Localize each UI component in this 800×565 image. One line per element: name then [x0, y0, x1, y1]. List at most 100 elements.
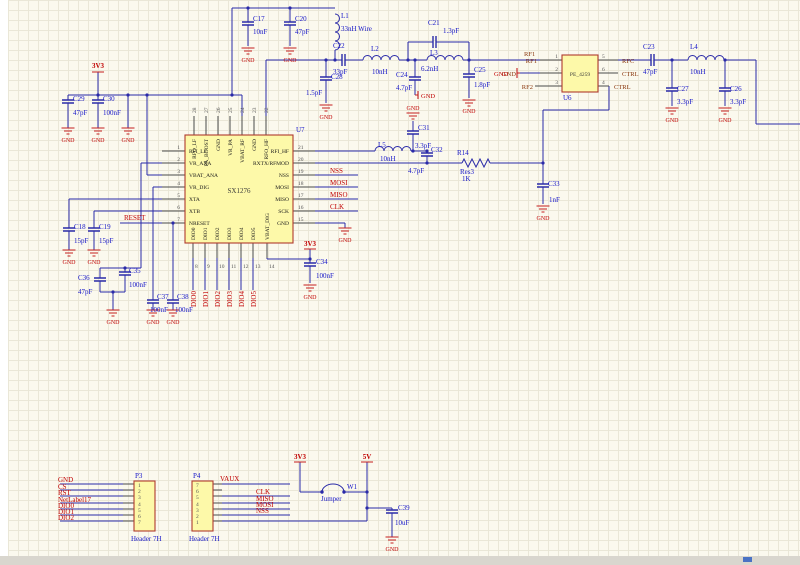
u7-pin-num: 17 — [298, 193, 304, 199]
u7-refdes: U7 — [296, 126, 305, 134]
gnd-port-label: GND — [421, 93, 435, 100]
cap-ref: C38 — [177, 293, 189, 301]
schematic-canvas[interactable]: U7 SX1276 1 2 3 4 5 6 7 RFI_LF VR_ANA VB… — [0, 0, 800, 565]
u7-pin-name: RFO_HF — [264, 139, 270, 159]
cap-value: 47pF — [78, 288, 93, 296]
u7-pin-num: 4 — [177, 181, 180, 187]
ind-value: 10nH — [372, 68, 388, 76]
u7-pin-num: 9 — [207, 264, 210, 270]
power-3v3: 3V3 — [92, 62, 105, 70]
p4-pin-num: 1 — [196, 520, 199, 526]
scroll-marker[interactable] — [743, 557, 752, 562]
u7-pin-num: 5 — [177, 193, 180, 199]
gnd-label: GND — [463, 109, 477, 115]
u7-pin-name: RXTX/RFMOD — [253, 161, 289, 167]
p3-pin-num: 7 — [138, 520, 141, 526]
u7-pin-num: 20 — [298, 157, 304, 163]
u7-pin-num: 26 — [216, 107, 222, 113]
cap-value: 100nF — [316, 272, 334, 280]
ind-value: 33nH Wire — [341, 25, 372, 33]
gnd-port-label: GND — [494, 71, 508, 78]
cap-value: 1.5pF — [306, 89, 322, 97]
cap-value: 100nF — [150, 306, 168, 314]
net-label-dio3: DIO3 — [226, 291, 234, 307]
jumper-label: Jumper — [321, 495, 342, 503]
gnd-label: GND — [122, 138, 136, 144]
resistor-R14-symbol — [462, 159, 490, 167]
cap-value: 100nF — [129, 281, 147, 289]
p3-refdes: P3 — [135, 472, 143, 480]
cap-ref: C30 — [103, 95, 115, 103]
cap-value: 1.3pF — [443, 27, 459, 35]
cap-ref: C26 — [730, 85, 742, 93]
ind-value: 6.2nH — [421, 65, 438, 73]
cap-value: 15pF — [74, 237, 89, 245]
cap-value: 47pF — [295, 28, 310, 36]
u7-pin-num: 27 — [204, 107, 210, 113]
cap-ref: C19 — [99, 223, 111, 231]
u6-pin-num: 1 — [555, 54, 558, 60]
u7-pin-name: MOSI — [275, 185, 289, 191]
u7-pin-name: PA_BOOST — [204, 138, 210, 166]
gnd-label: GND — [719, 118, 733, 124]
p4-pin-num: 5 — [196, 495, 199, 501]
u7-pin-num: 23 — [252, 107, 258, 113]
u7-pin-num: 12 — [243, 264, 249, 270]
cap-value: 3.3pF — [415, 142, 431, 150]
cap-value: 10uF — [395, 519, 410, 527]
window-bottom-strip — [0, 556, 800, 565]
u7-pin-name: GND — [252, 139, 258, 151]
power-3v3: 3V3 — [294, 453, 307, 461]
cap-ref: C29 — [73, 95, 85, 103]
u7-pin-name: VBAT_ANA — [189, 173, 218, 179]
ind-ref: L3 — [430, 49, 438, 57]
u6-pin-num: 2 — [555, 67, 558, 73]
u7-pin-num: 6 — [177, 205, 180, 211]
wires — [60, 8, 800, 537]
res-ref: R14 — [457, 149, 469, 157]
u7-pin-name: VR_PA — [228, 139, 234, 156]
pin-stubs — [123, 60, 618, 521]
ind-ref: L5 — [378, 141, 386, 149]
gnd-label: GND — [537, 216, 551, 222]
gnd-label: GND — [92, 138, 106, 144]
cap-ref: C31 — [418, 124, 430, 132]
u7-pin-name: SCK — [278, 209, 289, 215]
u6-part-label: PE_4259 — [570, 72, 590, 78]
gnd-label: GND — [107, 320, 121, 326]
power-5v: 5V — [363, 453, 372, 461]
u7-pin-num: 10 — [219, 264, 225, 270]
u7-pin-name: GND — [277, 221, 289, 227]
gnd-label: GND — [339, 238, 353, 244]
u6-refdes: U6 — [563, 94, 572, 102]
u7-pin-num: 19 — [298, 169, 304, 175]
cap-value: 3.3pF — [730, 98, 746, 106]
gnd-label: GND — [666, 118, 680, 124]
cap-value: 100nF — [103, 109, 121, 117]
u7-pin-num: 11 — [231, 264, 237, 270]
capacitor-plates — [62, 22, 731, 513]
p4-net-label-nss: NSS — [256, 507, 269, 515]
ind-value: 10nH — [380, 155, 396, 163]
u7-pin-name: GND — [216, 139, 222, 151]
u6-pin-name: RF2 — [522, 84, 533, 91]
u6-pin-name: CTRL — [622, 71, 639, 78]
cap-ref: C28 — [331, 73, 343, 81]
ind-ref: L1 — [341, 12, 349, 20]
net-label-dio5: DIO5 — [250, 291, 258, 307]
cap-ref: C37 — [157, 293, 169, 301]
net-label-nss: NSS — [330, 167, 343, 175]
u7-pin-num: 22 — [264, 107, 270, 113]
gnd-label: GND — [167, 320, 181, 326]
power-3v3: 3V3 — [304, 240, 317, 248]
gnd-label: GND — [407, 106, 421, 112]
cap-ref: C36 — [78, 274, 90, 282]
cap-value: 15pF — [99, 237, 114, 245]
u7-pin-num: 14 — [269, 264, 275, 270]
u7-pin-num: 28 — [192, 107, 198, 113]
u7-pin-name: MISO — [275, 197, 289, 203]
u7-pin-num: 15 — [298, 217, 304, 223]
cap-value: 4.7pF — [408, 167, 424, 175]
cap-ref: C23 — [643, 43, 655, 51]
cap-ref: C35 — [129, 267, 141, 275]
